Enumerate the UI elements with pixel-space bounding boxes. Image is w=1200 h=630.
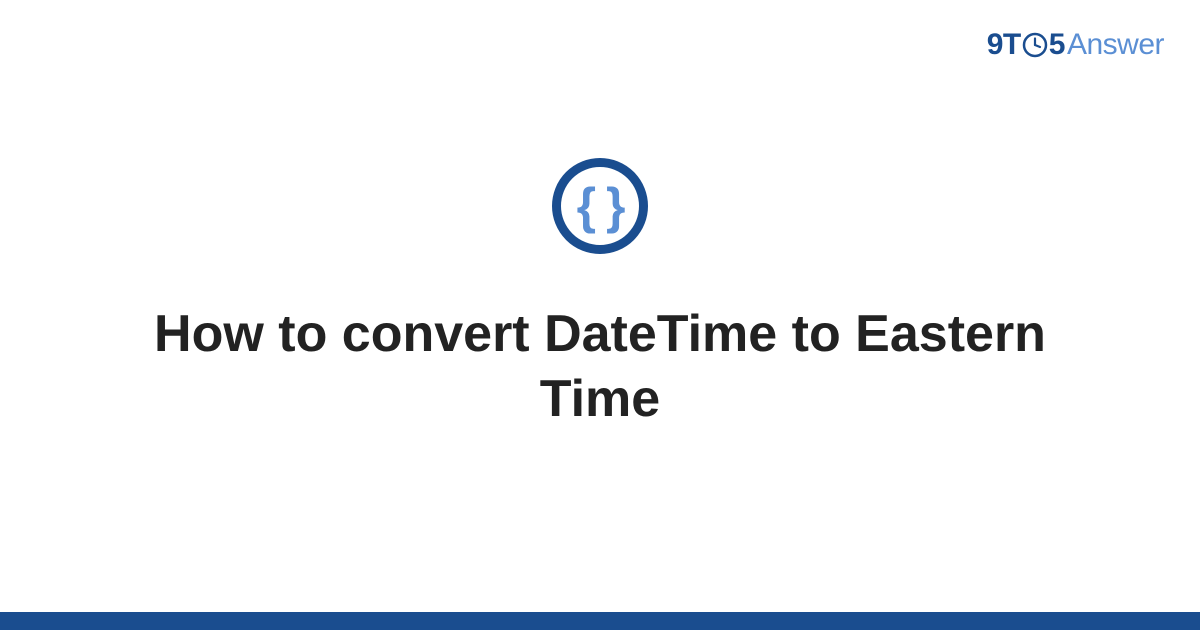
category-icon-circle: { } (552, 158, 648, 254)
braces-icon: { } (577, 181, 624, 231)
page-title: How to convert DateTime to Eastern Time (150, 302, 1050, 432)
footer-bar (0, 612, 1200, 630)
main-content: { } How to convert DateTime to Eastern T… (0, 0, 1200, 630)
